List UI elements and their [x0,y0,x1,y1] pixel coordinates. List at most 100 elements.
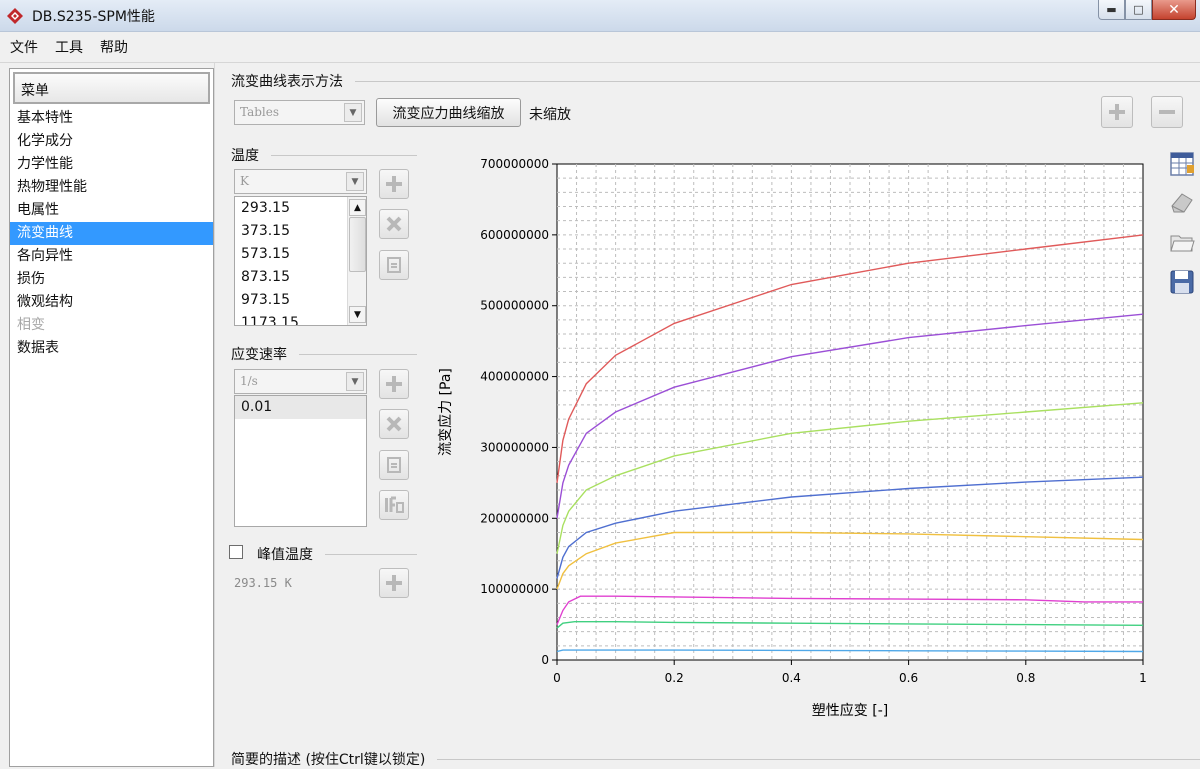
section-rule [271,154,417,156]
scale-status: 未缩放 [529,107,571,123]
delete-strain-rate-button[interactable] [379,409,409,439]
peak-temperature-label: 峰值温度 [257,547,313,563]
sidebar-item: 相变 [17,317,45,333]
title-bar: DB.S235-SPM性能 ▬ □ ✕ [0,0,1200,32]
table-icon [1170,152,1194,176]
strain-rate-list[interactable]: 0.01 [234,395,367,527]
copy-icon [387,257,401,273]
copy-icon [387,457,401,473]
temperature-list[interactable]: 293.15 373.15 573.15 873.15 973.15 1173.15 ▲ … [234,196,367,326]
temperature-unit-select[interactable]: K ▼ [234,169,367,194]
sidebar-item[interactable]: 热物理性能 [10,176,213,199]
strain-rate-unit-value: 1/s [240,374,258,388]
section-rule [299,353,417,355]
eraser-icon [1171,193,1193,213]
description-label: 简要的描述 (按住Ctrl键以锁定) [231,752,426,768]
remove-curve-button[interactable] [1151,96,1183,128]
copy-temperature-button[interactable] [379,250,409,280]
peak-temperature-checkbox[interactable] [229,545,243,559]
add-curve-button[interactable] [1101,96,1133,128]
temperature-title: 温度 [231,148,259,164]
temperature-scrollbar[interactable]: ▲ ▼ [347,197,366,325]
y-tick-label: 600000000 [480,228,549,242]
strain-rate-unit-select[interactable]: 1/s ▼ [234,369,367,394]
plus-icon [1109,104,1125,120]
flow-method-value: Tables [240,105,280,119]
menu-bar: 文件 工具 帮助 [0,32,1200,63]
y-tick-label: 500000000 [480,299,549,313]
panel-divider [214,63,215,767]
minimize-button[interactable]: ▬ [1098,0,1125,20]
scale-curve-button-label: 流变应力曲线缩放 [392,105,505,122]
y-axis-label: 流变应力 [Pa] [437,368,454,456]
flow-method-select[interactable]: Tables ▼ [234,100,365,125]
chevron-down-icon: ▼ [344,103,362,122]
temperature-unit-value: K [240,174,249,188]
menu-tools[interactable]: 工具 [55,37,83,57]
maximize-button[interactable]: □ [1125,0,1152,20]
sidebar-item[interactable]: 损伤 [10,268,213,291]
flow-curve-chart-svg: 0 100000000 200000000 300000000 400000000 500… [437,157,1147,719]
delete-icon [386,216,402,232]
chevron-down-icon: ▼ [346,172,364,191]
x-axis-label: 塑性应变 [-] [812,702,888,719]
x-tick-label: 0.8 [1016,671,1035,685]
temperature-section: 温度 [231,145,417,165]
x-tick-label: 0.4 [782,671,801,685]
flow-method-section: 流变曲线表示方法 [231,71,1200,91]
peak-temperature-section: 峰值温度 [257,544,417,564]
app-logo-icon [7,8,23,24]
formula-button[interactable] [379,490,409,520]
scroll-up-icon[interactable]: ▲ [349,199,366,216]
add-strain-rate-button[interactable] [379,369,409,399]
peak-temperature-value: 293.15 K [234,576,292,590]
sidebar-item[interactable]: 力学性能 [10,153,213,176]
sidebar-item[interactable]: 化学成分 [10,130,213,153]
sidebar-list: 基本特性 化学成分 力学性能 热物理性能 电属性 流变曲线 各向异性 损伤 微观结构相变数据表 [10,107,213,360]
scroll-down-icon[interactable]: ▼ [349,306,366,323]
add-temperature-button[interactable] [379,169,409,199]
sidebar-item[interactable]: 微观结构 [10,291,213,314]
x-tick-label: 0.2 [665,671,684,685]
close-button[interactable]: ✕ [1152,0,1196,20]
minimize-icon: ▬ [1106,3,1117,16]
sidebar-menu: 菜单 基本特性 化学成分 力学性能 热物理性能 电属性 流变曲线 各向异性 损伤 微观结构 相变数… [9,68,214,767]
sidebar-item[interactable]: 流变曲线 [10,222,213,245]
strain-rate-section: 应变速率 [231,344,417,364]
y-tick-label: 0 [541,653,549,667]
menu-file[interactable]: 文件 [10,37,38,57]
menu-help[interactable]: 帮助 [100,37,128,57]
list-item[interactable]: 0.01 [235,396,366,419]
minus-icon [1159,110,1175,114]
clear-chart-button[interactable] [1168,188,1196,216]
y-tick-label: 100000000 [480,582,549,596]
section-rule [325,553,417,555]
delete-temperature-button[interactable] [379,209,409,239]
copy-strain-rate-button[interactable] [379,450,409,480]
scale-curve-button[interactable]: 流变应力曲线缩放 [376,98,521,127]
delete-icon [386,416,402,432]
save-button[interactable] [1168,268,1196,296]
maximize-icon: □ [1133,3,1144,16]
y-tick-label: 700000000 [480,157,549,171]
x-tick-label: 0 [553,671,561,685]
scroll-thumb[interactable] [349,217,366,272]
flow-curve-chart: 0 100000000 200000000 300000000 400000000 500… [430,148,1160,728]
window-title: DB.S235-SPM性能 [32,9,155,25]
plus-icon [386,575,402,591]
y-tick-label: 200000000 [480,511,549,525]
y-tick-label: 300000000 [480,440,549,454]
section-rule [355,80,1200,82]
x-tick-label: 0.6 [899,671,918,685]
close-icon: ✕ [1168,1,1180,18]
plus-icon [386,176,402,192]
x-tick-label: 1 [1139,671,1147,685]
sidebar-item[interactable]: 数据表 [10,337,213,360]
add-peak-button[interactable] [379,568,409,598]
sidebar-item[interactable]: 基本特性 [10,107,213,130]
open-file-button[interactable] [1168,228,1196,256]
sidebar-item[interactable]: 电属性 [10,199,213,222]
y-tick-label: 400000000 [480,370,549,384]
table-view-button[interactable] [1168,150,1196,178]
sidebar-item[interactable]: 各向异性 [10,245,213,268]
